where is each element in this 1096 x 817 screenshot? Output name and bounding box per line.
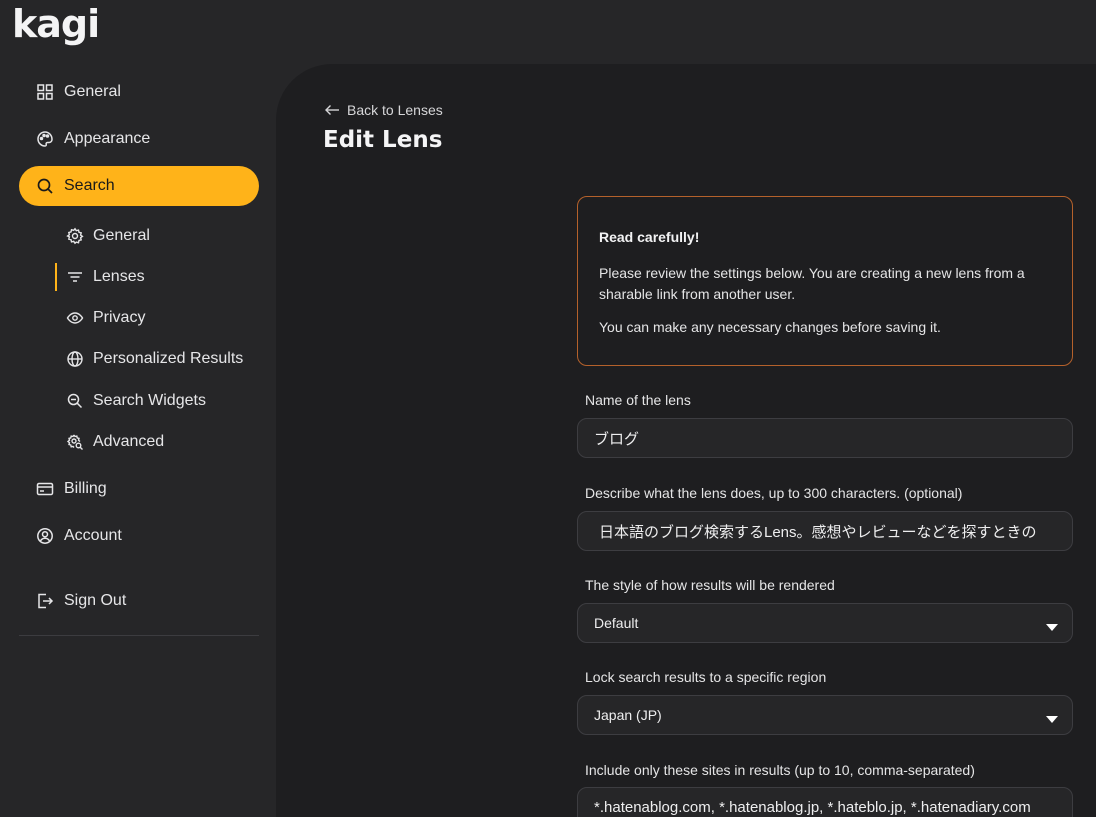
sidebar-item-label: General [64,83,121,100]
credit-card-icon [36,480,54,498]
sidebar-subitem-advanced[interactable]: Advanced [55,428,265,456]
sidebar-divider [19,635,259,636]
notice-heading: Read carefully! [599,229,700,245]
filter-icon [66,268,84,286]
sidebar-subitem-label: Search Widgets [93,392,206,409]
main-panel: Back to Lenses Edit Lens Read carefully!… [276,64,1096,817]
search-icon [36,177,54,195]
sidebar-item-account[interactable]: Account [19,516,259,556]
sidebar-item-label: Search [64,177,115,194]
notice-body: Please review the settings below. You ar… [599,265,1025,302]
lens-name-input[interactable]: ブログ [577,418,1073,458]
result-style-value: Default [594,615,639,631]
include-sites-input[interactable]: *.hatenablog.com, *.hatenablog.jp, *.hat… [577,787,1073,817]
sidebar-subitem-general[interactable]: General [55,222,265,250]
region-value: Japan (JP) [594,707,662,723]
include-sites-label: Include only these sites in results (up … [585,762,975,778]
sidebar-subitem-label: General [93,227,150,244]
lens-description-input[interactable]: 日本語のブログ検索するLens。感想やレビューなどを探すときの [577,511,1073,551]
lens-description-label: Describe what the lens does, up to 300 c… [585,485,963,501]
magnifier-icon [66,392,84,410]
region-select[interactable]: Japan (JP) [577,695,1073,735]
sidebar-subitem-search-widgets[interactable]: Search Widgets [55,387,265,415]
sidebar-subitem-label: Advanced [93,433,165,450]
caret-down-icon [1046,711,1058,723]
back-link-label: Back to Lenses [347,102,443,118]
sign-out-label: Sign Out [64,592,127,609]
arrow-left-icon [324,103,340,117]
palette-icon [36,130,54,148]
back-to-lenses-link[interactable]: Back to Lenses [324,102,443,118]
sidebar-subitem-lenses[interactable]: Lenses [55,263,265,291]
gear-search-icon [66,433,84,451]
region-label: Lock search results to a specific region [585,669,827,685]
sidebar-subitem-privacy[interactable]: Privacy [55,304,265,332]
page-title: Edit Lens [323,127,443,153]
sidebar-item-appearance[interactable]: Appearance [19,119,259,159]
sidebar-subitem-label: Lenses [93,268,145,285]
sign-out-icon [36,592,54,610]
caret-down-icon [1046,619,1058,631]
sidebar-subitem-personalized-results[interactable]: Personalized Results [55,345,265,373]
result-style-select[interactable]: Default [577,603,1073,643]
sign-out-button[interactable]: Sign Out [19,581,259,621]
sidebar-item-label: Billing [64,480,107,497]
sidebar-item-label: Account [64,527,122,544]
lens-name-label: Name of the lens [585,392,691,408]
grid-icon [36,83,54,101]
result-style-label: The style of how results will be rendere… [585,577,835,593]
sidebar-subitem-label: Personalized Results [93,350,244,367]
globe-icon [66,350,84,368]
read-carefully-notice: Read carefully! Please review the settin… [577,196,1073,366]
sidebar-item-general[interactable]: General [19,72,259,112]
notice-body: You can make any necessary changes befor… [599,319,941,335]
gear-icon [66,227,84,245]
sidebar-subitem-label: Privacy [93,309,146,326]
user-circle-icon [36,527,54,545]
eye-icon [66,309,84,327]
sidebar-item-search[interactable]: Search [19,166,259,206]
kagi-logo[interactable]: kagi [12,2,100,46]
sidebar-item-billing[interactable]: Billing [19,469,259,509]
sidebar-item-label: Appearance [64,130,151,147]
settings-sidebar: General Appearance Search General Lenses… [0,64,276,817]
